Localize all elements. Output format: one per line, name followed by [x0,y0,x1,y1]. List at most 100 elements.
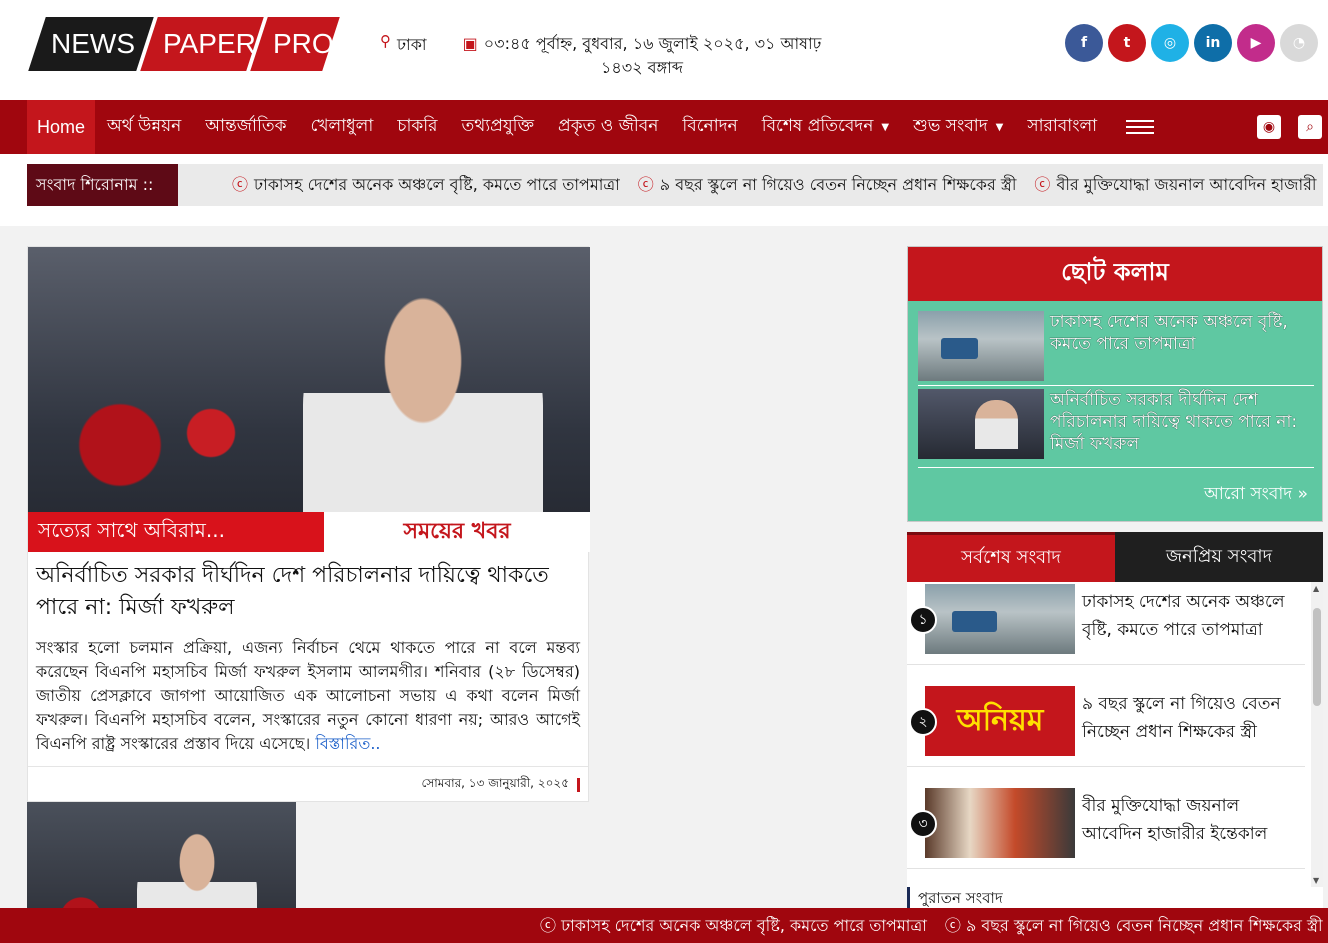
scroll-up-icon[interactable]: ▲ [1313,584,1319,593]
short-column-thumb [918,311,1044,381]
lead-summary-text: সংস্কার হলো চলমান প্রক্রিয়া, এজন্য নির্… [36,638,580,753]
divider [907,664,1305,665]
list-item-title: ৯ বছর স্কুলে না গিয়েও বেতন নিচ্ছেন প্রধ… [1082,694,1281,742]
ticker-label: সংবাদ শিরোনাম :: [27,164,178,206]
bottom-ticker-track: ⓒ ঢাকাসহ দেশের অনেক অঞ্চলে বৃষ্টি, কমতে … [540,908,1328,943]
lead-date-text: সোমবার, ১৩ জানুয়ারী, ২০২৫ [421,775,569,790]
instagram-icon[interactable]: ◎ [1151,24,1189,62]
caret-down-icon: ▼ [881,121,890,133]
short-column-title: ছোট কলাম [908,247,1322,301]
facebook-icon[interactable]: f [1065,24,1103,62]
divider [907,868,1305,869]
ticker-item-text: ৯ বছর স্কুলে না গিয়েও বেতন নিচ্ছেন প্রধ… [659,175,1017,194]
search-icon[interactable]: ⌕ [1298,115,1322,139]
more-news-link[interactable]: আরো সংবাদ » [1204,481,1308,509]
ticker-item[interactable]: ⓒ ৯ বছর স্কুলে না গিয়েও বেতন নিচ্ছেন প্… [945,912,1323,940]
scrollbar-thumb[interactable] [1313,608,1321,706]
datetime-line1: ০৩:৪৫ পূর্বাহ্ন, বুধবার, ১৬ জুলাই ২০২৫, … [483,34,822,53]
archive-heading: পুরাতন সংবাদ [907,887,1323,909]
ticker-item[interactable]: ⓒ বীর মুক্তিযোদ্ধা জয়নাল আবেদিন হাজারী [1034,171,1316,199]
lead-headline[interactable]: অনির্বাচিত সরকার দীর্ঘদিন দেশ পরিচালনার … [28,552,588,624]
menu-icon[interactable] [1126,120,1154,134]
rss-icon[interactable]: ◔ [1280,24,1318,62]
chevron-circle-icon: ⓒ [944,915,966,935]
list-item[interactable]: ১ ঢাকাসহ দেশের অনেক অঞ্চলে বৃষ্টি, কমতে … [907,584,1305,674]
ticker-item-text: ঢাকাসহ দেশের অনেক অঞ্চলে বৃষ্টি, কমতে পা… [254,175,620,194]
headline-ticker: সংবাদ শিরোনাম :: ⓒ ঢাকাসহ দেশের অনেক অঞ্চ… [0,154,1328,226]
ticker-item-text: বীর মুক্তিযোদ্ধা জয়নাল আবেদিন হাজারী [1056,175,1317,194]
nav-item-special-report[interactable]: বিশেষ প্রতিবেদন ▼ [750,100,901,154]
nav-item-economy[interactable]: অর্থ উন্নয়ন [95,100,193,154]
list-item-rank: ২ [909,708,937,736]
list-item-thumb: অনিয়ম [925,686,1075,756]
nav-item-sports[interactable]: খেলাধুলা [298,100,385,154]
current-datetime: ▣ ০৩:৪৫ পূর্বাহ্ন, বুধবার, ১৬ জুলাই ২০২৫,… [452,32,832,80]
image-caption-band: সত্যের সাথে অবিরাম... সময়ের খবর [28,512,590,552]
nav-item-good-news[interactable]: শুভ সংবাদ ▼ [901,100,1015,154]
lead-date: সোমবার, ১৩ জানুয়ারী, ২০২৫ [28,766,588,802]
list-item-thumb [925,788,1075,858]
lead-story-image[interactable]: সত্যের সাথে অবিরাম... সময়ের খবর [28,247,590,552]
chevron-circle-icon: ⓒ [540,915,562,935]
chevron-circle-icon: ⓒ [637,175,654,194]
nav-item-nature[interactable]: প্রকৃত ও জীবন [546,100,670,154]
logo-part-news: NEWS [51,28,135,59]
nav-item-jobs[interactable]: চাকরি [385,100,449,154]
divider [907,766,1305,767]
ticker-item[interactable]: ⓒ ঢাকাসহ দেশের অনেক অঞ্চলে বৃষ্টি, কমতে প… [232,171,620,199]
nav-item-tech[interactable]: তথ্যপ্রযুক্তি [449,100,546,154]
image-band-brand: সময়ের খবর [324,512,590,552]
read-more-link[interactable]: বিস্তারিত.. [315,734,380,753]
short-column-item-title: ঢাকাসহ দেশের অনেক অঞ্চলে বৃষ্টি, কমতে পা… [1050,312,1288,354]
tab-popular[interactable]: জনপ্রিয় সংবাদ [1115,532,1323,582]
ticker-item[interactable]: ⓒ ঢাকাসহ দেশের অনেক অঞ্চলে বৃষ্টি, কমতে … [540,912,927,940]
tab-latest[interactable]: সর্বশেষ সংবাদ [907,532,1115,582]
divider [918,385,1314,386]
microphones [68,397,328,517]
nav-item-country[interactable]: সারাবাংলা [1015,100,1109,154]
date-accent-bar [577,777,580,792]
nav-item-label: বিশেষ প্রতিবেদন [761,116,874,136]
location-pin-icon: ⚲ [380,32,391,50]
short-column-thumb [918,389,1044,459]
news-tabs-panel: সর্বশেষ সংবাদ জনপ্রিয় সংবাদ ১ ঢাকাসহ দে… [907,532,1323,887]
scroll-down-icon[interactable]: ▼ [1313,876,1319,885]
ticker-item[interactable]: ⓒ ৯ বছর স্কুলে না গিয়েও বেতন নিচ্ছেন প্র… [638,171,1017,199]
short-column-item[interactable]: অনির্বাচিত সরকার দীর্ঘদিন দেশ পরিচালনার … [918,389,1314,459]
list-item[interactable]: ৩ বীর মুক্তিযোদ্ধা জয়নাল আবেদিন হাজারীর… [907,788,1305,878]
social-links: f t ◎ in ▶ ◔ [1065,24,1318,62]
datetime-line2: ১৪৩২ বঙ্গাব্দ [600,58,684,77]
nav-item-international[interactable]: আন্তর্জাতিক [193,100,298,154]
latest-news-list: ১ ঢাকাসহ দেশের অনেক অঞ্চলে বৃষ্টি, কমতে … [907,582,1311,887]
twitter-icon[interactable]: t [1108,24,1146,62]
chevron-circle-icon: ⓒ [1034,175,1051,194]
list-scrollbar[interactable]: ▲ ▼ [1311,582,1323,887]
location: ⚲ ঢাকা [380,32,427,59]
nav-item-entertainment[interactable]: বিনোদন [670,100,749,154]
main-nav: Home অর্থ উন্নয়ন আন্তর্জাতিক খেলাধুলা চ… [0,100,1328,154]
logo-part-pro: PRO [273,28,334,59]
list-item-rank: ১ [909,606,937,634]
short-column-item-title: অনির্বাচিত সরকার দীর্ঘদিন দেশ পরিচালনার … [1050,390,1298,454]
divider [918,467,1314,468]
ticker-track: ⓒ ঢাকাসহ দেশের অনেক অঞ্চলে বৃষ্টি, কমতে প… [232,164,1323,206]
calendar-icon: ▣ [462,34,478,53]
ticker-item-text: ঢাকাসহ দেশের অনেক অঞ্চলে বৃষ্টি, কমতে পা… [561,915,927,935]
location-text: ঢাকা [397,35,427,54]
short-column-item[interactable]: ঢাকাসহ দেশের অনেক অঞ্চলে বৃষ্টি, কমতে পা… [918,311,1314,381]
youtube-icon[interactable]: ▶ [1237,24,1275,62]
list-item[interactable]: অনিয়ম ২ ৯ বছর স্কুলে না গিয়েও বেতন নিচ… [907,686,1305,776]
list-item-title: ঢাকাসহ দেশের অনেক অঞ্চলে বৃষ্টি, কমতে পা… [1082,592,1285,640]
site-logo[interactable]: NEWS PAPER PRO [27,17,340,71]
ticker-item-text: ৯ বছর স্কুলে না গিয়েও বেতন নিচ্ছেন প্রধ… [965,915,1323,935]
bottom-ticker: ⓒ ঢাকাসহ দেশের অনেক অঞ্চলে বৃষ্টি, কমতে … [0,908,1328,943]
user-icon[interactable]: ◉ [1257,115,1281,139]
caret-down-icon: ▼ [995,121,1004,133]
lead-summary: সংস্কার হলো চলমান প্রক্রিয়া, এজন্য নির্… [28,624,588,756]
linkedin-icon[interactable]: in [1194,24,1232,62]
nav-item-home[interactable]: Home [27,100,96,154]
chevron-circle-icon: ⓒ [232,175,249,194]
list-item-title: বীর মুক্তিযোদ্ধা জয়নাল আবেদিন হাজারীর ই… [1082,796,1268,844]
nav-item-label: শুভ সংবাদ [913,116,988,136]
thumb-caption: অনিয়ম [956,702,1044,738]
